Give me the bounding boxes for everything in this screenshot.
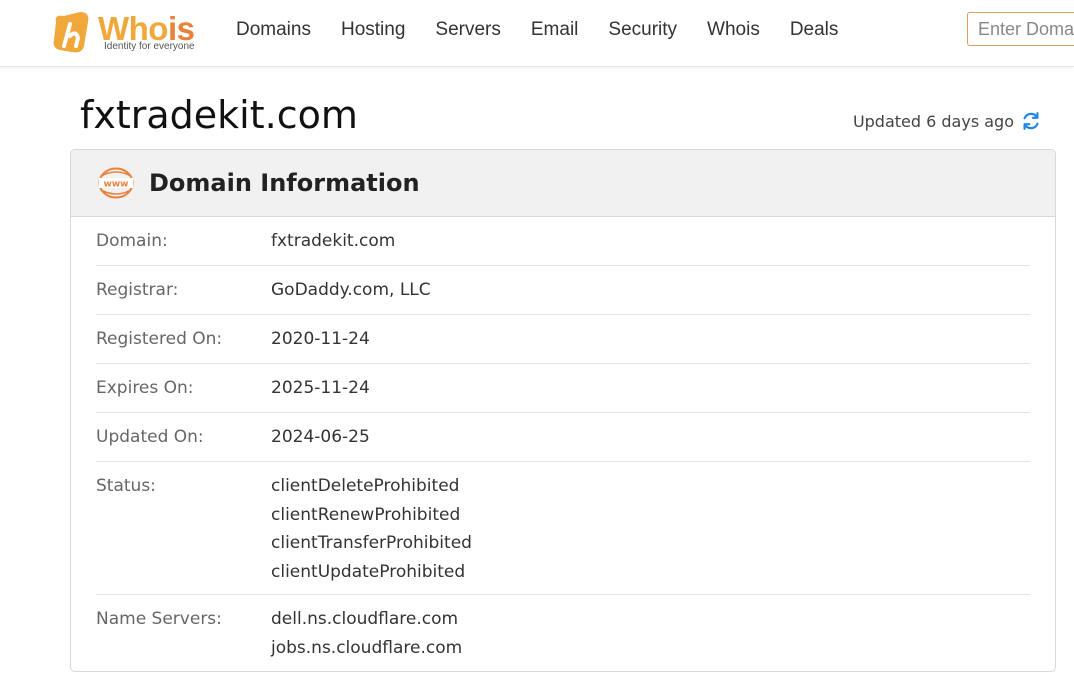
name-server-item: dell.ns.cloudflare.com [271,609,459,629]
site-logo[interactable]: Whois Identity for everyone [50,8,210,58]
status-item: clientDeleteProhibited [271,476,460,496]
row-value: GoDaddy.com, LLC [271,280,431,300]
row-label: Domain: [96,231,168,251]
nav-email[interactable]: Email [531,19,579,41]
status-item: clientTransferProhibited [271,533,472,553]
site-header: Whois Identity for everyone Domains Host… [0,0,1074,67]
row-status: Status: clientDeleteProhibited clientRen… [96,462,1030,595]
row-label: Status: [96,476,156,496]
nav-domains[interactable]: Domains [236,19,311,41]
nav-whois[interactable]: Whois [707,19,760,41]
row-expires-on: Expires On: 2025-11-24 [96,364,1030,413]
updated-text: Updated 6 days ago [852,111,1014,131]
row-label: Expires On: [96,378,194,398]
row-updated-on: Updated On: 2024-06-25 [96,413,1030,462]
row-value: 2020-11-24 [271,329,370,349]
updated-info: Updated 6 days ago [853,110,1042,132]
nav-deals[interactable]: Deals [790,19,839,41]
row-label: Name Servers: [96,609,222,629]
status-item: clientUpdateProhibited [271,561,466,582]
nav-security[interactable]: Security [608,19,677,41]
nav-hosting[interactable]: Hosting [341,19,405,41]
row-label: Updated On: [96,427,204,447]
logo-tagline: Identity for everyone [104,41,195,52]
refresh-icon[interactable] [1020,110,1042,132]
card-title: Domain Information [149,169,420,197]
www-globe-icon: www [98,167,134,199]
page-title: fxtradekit.com [80,93,358,137]
row-label: Registered On: [96,329,223,349]
row-name-servers: Name Servers: dell.ns.cloudflare.com job… [96,595,1030,670]
row-label: Registrar: [96,280,179,300]
name-server-item: jobs.ns.cloudflare.com [271,637,463,658]
main-nav: Domains Hosting Servers Email Security W… [236,19,868,41]
domain-info-card: www Domain Information Domain: fxtradeki… [70,149,1056,672]
row-value: 2025-11-24 [271,378,370,398]
card-header: www Domain Information [71,150,1055,217]
row-registrar: Registrar: GoDaddy.com, LLC [96,266,1030,315]
status-list: clientDeleteProhibited clientRenewProhib… [271,472,472,586]
info-rows: Domain: fxtradekit.com Registrar: GoDadd… [71,217,1055,670]
row-value: 2024-06-25 [271,427,370,447]
domain-search-input[interactable] [967,12,1074,46]
status-item: clientRenewProhibited [271,504,461,525]
svg-text:www: www [104,180,129,190]
row-value: fxtradekit.com [271,231,396,251]
logo-mark-icon [53,12,89,53]
row-domain: Domain: fxtradekit.com [96,217,1030,266]
nav-servers[interactable]: Servers [435,19,500,41]
name-server-list: dell.ns.cloudflare.com jobs.ns.cloudflar… [271,605,462,662]
row-registered-on: Registered On: 2020-11-24 [96,315,1030,364]
